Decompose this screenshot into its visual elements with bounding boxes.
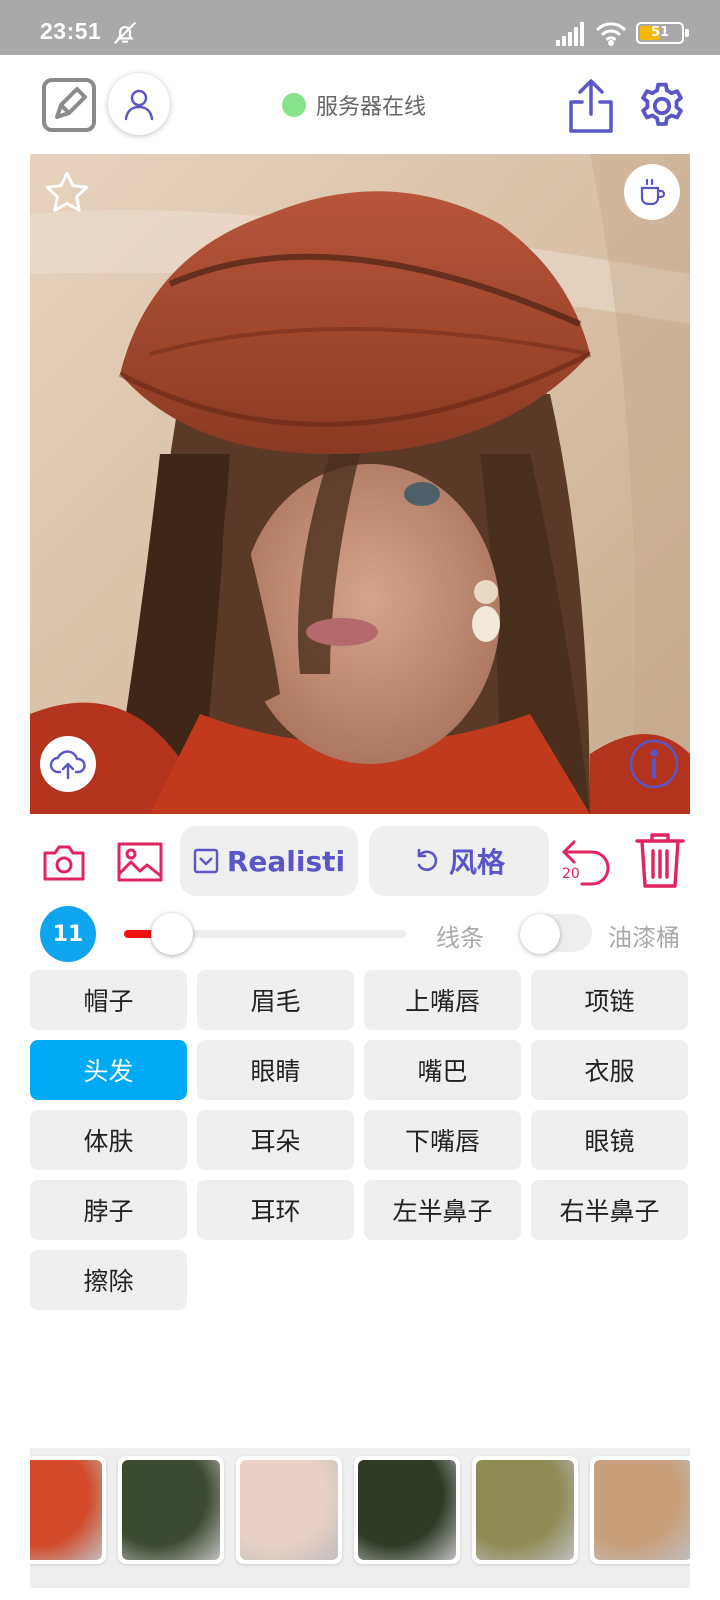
status-time: 23:51 (40, 18, 102, 44)
portrait-image (30, 154, 690, 814)
status-dot (282, 93, 306, 117)
segment-button[interactable]: 下嘴唇 (364, 1110, 521, 1170)
trash-icon (635, 833, 685, 888)
model-selector[interactable]: Realisti (180, 826, 358, 896)
camera-icon (43, 845, 85, 881)
texture-thumbnail[interactable] (30, 1456, 106, 1564)
texture-thumbnail[interactable] (236, 1456, 342, 1564)
cloud-upload-button[interactable] (40, 736, 96, 792)
star-icon (45, 171, 89, 212)
share-button[interactable] (564, 78, 618, 134)
battery-tip (685, 29, 689, 37)
checkbox-icon (193, 848, 219, 874)
style-button[interactable]: 风格 (369, 826, 549, 896)
texture-swatch (240, 1460, 338, 1560)
image-canvas[interactable] (30, 154, 690, 814)
refresh-icon (417, 848, 438, 872)
segment-button[interactable]: 体肤 (30, 1110, 187, 1170)
user-icon (124, 89, 154, 121)
texture-strip[interactable] (30, 1448, 690, 1588)
settings-button[interactable] (634, 78, 690, 134)
bucket-label: 油漆桶 (608, 924, 680, 952)
paint-bucket-toggle[interactable] (520, 914, 592, 954)
favorite-button[interactable] (42, 168, 92, 218)
toggle-knob (520, 914, 560, 954)
texture-swatch (122, 1460, 220, 1560)
delete-button[interactable] (632, 830, 688, 890)
undo-count: 20 (562, 866, 580, 882)
segment-button[interactable]: 右半鼻子 (531, 1180, 688, 1240)
status-bar: 23:51 51 (0, 0, 720, 55)
info-button[interactable] (626, 736, 682, 792)
user-button[interactable] (108, 73, 170, 135)
edit-icon (42, 78, 96, 132)
segment-button[interactable]: 眼镜 (531, 1110, 688, 1170)
coffee-button[interactable] (624, 164, 680, 220)
model-label: Realisti (226, 844, 346, 878)
edit-button[interactable] (41, 77, 97, 133)
battery-level: 51 (650, 25, 670, 40)
texture-thumbnail[interactable] (118, 1456, 224, 1564)
segment-button[interactable]: 衣服 (531, 1040, 688, 1100)
image-icon (117, 842, 163, 882)
camera-button[interactable] (40, 838, 88, 886)
segment-button[interactable]: 耳环 (197, 1180, 354, 1240)
brush-size-badge: 11 (40, 906, 96, 962)
brush-size-slider[interactable] (124, 913, 406, 955)
texture-swatch (30, 1460, 102, 1560)
segment-button[interactable]: 头发 (30, 1040, 187, 1100)
cup-icon (640, 178, 666, 206)
segment-button[interactable]: 嘴巴 (364, 1040, 521, 1100)
server-status: 服务器在线 (282, 90, 426, 120)
texture-thumbnail[interactable] (472, 1456, 578, 1564)
segment-button[interactable]: 左半鼻子 (364, 1180, 521, 1240)
segment-button[interactable]: 帽子 (30, 970, 187, 1030)
segment-grid: 帽子 眉毛 上嘴唇 项链头发 眼睛 嘴巴 衣服体肤 耳朵 下嘴唇 眼镜脖子 耳环 左半鼻子 右半鼻子擦除 (30, 970, 690, 1310)
wifi-icon (596, 22, 626, 46)
info-icon (629, 739, 679, 789)
texture-thumbnail[interactable] (354, 1456, 460, 1564)
segment-button[interactable]: 项链 (531, 970, 688, 1030)
texture-swatch (594, 1460, 690, 1560)
texture-swatch (476, 1460, 574, 1560)
cloud-upload-icon (49, 750, 86, 780)
signal-icon (556, 22, 584, 46)
style-label: 风格 (448, 846, 505, 879)
gallery-button[interactable] (114, 838, 166, 886)
battery-icon: 51 (636, 22, 689, 44)
segment-button[interactable]: 脖子 (30, 1180, 187, 1240)
segment-button[interactable]: 擦除 (30, 1250, 187, 1310)
segment-button[interactable]: 眉毛 (197, 970, 354, 1030)
share-icon (569, 79, 613, 133)
settings-icon (641, 82, 683, 126)
server-status-text: 服务器在线 (316, 95, 427, 120)
texture-swatch (358, 1460, 456, 1560)
texture-thumbnail[interactable] (590, 1456, 690, 1564)
bell-off-icon (114, 22, 136, 44)
segment-button[interactable]: 上嘴唇 (364, 970, 521, 1030)
segment-button[interactable]: 耳朵 (197, 1110, 354, 1170)
slider-thumb[interactable] (150, 913, 193, 955)
lines-label: 线条 (436, 924, 484, 952)
texture-track (30, 1456, 690, 1564)
segment-button[interactable]: 眼睛 (197, 1040, 354, 1100)
